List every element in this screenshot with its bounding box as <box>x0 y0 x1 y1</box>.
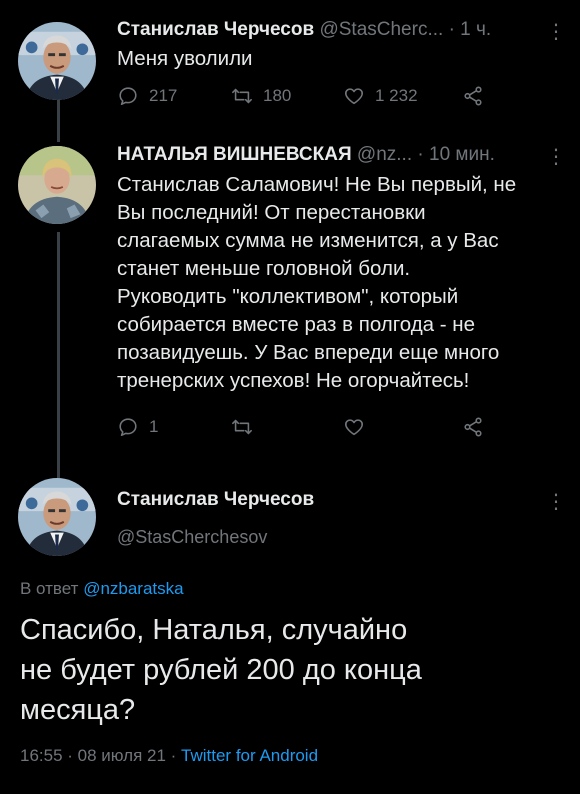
tweet-meta: 16:55 · 08 июля 21 · Twitter for Android <box>20 746 318 766</box>
reply-button[interactable]: 1 <box>117 416 158 438</box>
reply-button[interactable]: 217 <box>117 85 177 107</box>
reply-context: В ответ @nzbaratska <box>20 579 184 599</box>
share-button[interactable] <box>462 416 484 438</box>
author-name[interactable]: Станислав Черчесов <box>117 19 314 40</box>
author-name[interactable]: НАТАЛЬЯ ВИШНЕВСКАЯ <box>117 144 352 165</box>
avatar-natalya[interactable] <box>18 146 96 224</box>
thread-line <box>57 100 60 142</box>
retweet-count: 180 <box>263 86 292 105</box>
tweet-actions: 1 <box>117 416 537 446</box>
avatar-stas[interactable] <box>18 22 96 100</box>
reply-prefix: В ответ <box>20 579 79 598</box>
tweet-time[interactable]: 1 ч. <box>460 19 491 40</box>
thread-line <box>57 232 60 478</box>
reply-to-link[interactable]: @nzbaratska <box>83 579 183 598</box>
retweet-button[interactable]: 180 <box>231 85 291 107</box>
author-handle[interactable]: @StasCherc... <box>319 19 443 40</box>
text-line: не будет рублей 200 до конца <box>20 654 422 686</box>
like-count: 1 232 <box>375 86 418 105</box>
more-icon[interactable]: ⋮ <box>546 22 566 42</box>
text-line: месяца? <box>20 694 136 726</box>
share-icon <box>464 417 482 437</box>
avatar-stas[interactable] <box>18 478 96 556</box>
tweet-header: Станислав Черчесов @StasCherc... · 1 ч. <box>117 19 492 40</box>
like-button[interactable] <box>343 416 365 438</box>
reply-icon <box>119 418 137 437</box>
tweet-time[interactable]: 10 мин. <box>429 144 495 165</box>
more-icon[interactable]: ⋮ <box>546 147 566 167</box>
tweet-text: Спасибо, Наталья, случайно не будет рубл… <box>20 610 560 730</box>
text-line: тренерских успехов! Не огорчайтесь! <box>117 369 470 392</box>
reply-count: 217 <box>149 86 178 105</box>
heart-icon <box>345 419 363 436</box>
tweet-source[interactable]: Twitter for Android <box>181 746 318 765</box>
tweet-header: НАТАЛЬЯ ВИШНЕВСКАЯ @nz... · 10 мин. <box>117 144 495 165</box>
tweet-text: Меня уволили <box>117 47 253 70</box>
author-handle[interactable]: @nz... <box>357 144 412 165</box>
tweet-actions: 217 180 1 232 <box>117 85 537 115</box>
retweet-button[interactable] <box>231 416 253 438</box>
heart-icon <box>345 88 363 105</box>
text-line: слагаемых сумма не изменится, а у Вас <box>117 229 499 252</box>
text-line: Вы последний! От перестановки <box>117 201 426 224</box>
text-line: позавидуешь. У Вас впереди еще много <box>117 341 500 364</box>
retweet-icon <box>232 88 252 104</box>
text-line: Руководить "коллективом", который <box>117 285 459 308</box>
tweet-timestamp[interactable]: 16:55 · 08 июля 21 · <box>20 746 176 765</box>
author-name[interactable]: Станислав Черчесов <box>117 489 314 511</box>
share-icon <box>464 86 482 106</box>
reply-icon <box>119 87 137 106</box>
tweet-text: Станислав Саламович! Не Вы первый, не Вы… <box>117 171 567 395</box>
reply-count: 1 <box>149 417 159 436</box>
author-handle[interactable]: @StasCherchesov <box>117 527 267 548</box>
share-button[interactable] <box>462 85 484 107</box>
text-line: Спасибо, Наталья, случайно <box>20 614 408 646</box>
text-line: Станислав Саламович! Не Вы первый, не <box>117 173 517 196</box>
text-line: собирается вместе раз в полгода - не <box>117 313 476 336</box>
retweet-icon <box>232 419 252 435</box>
text-line: станет меньше головной боли. <box>117 257 411 280</box>
like-button[interactable]: 1 232 <box>343 85 418 107</box>
more-icon[interactable]: ⋮ <box>546 492 566 512</box>
